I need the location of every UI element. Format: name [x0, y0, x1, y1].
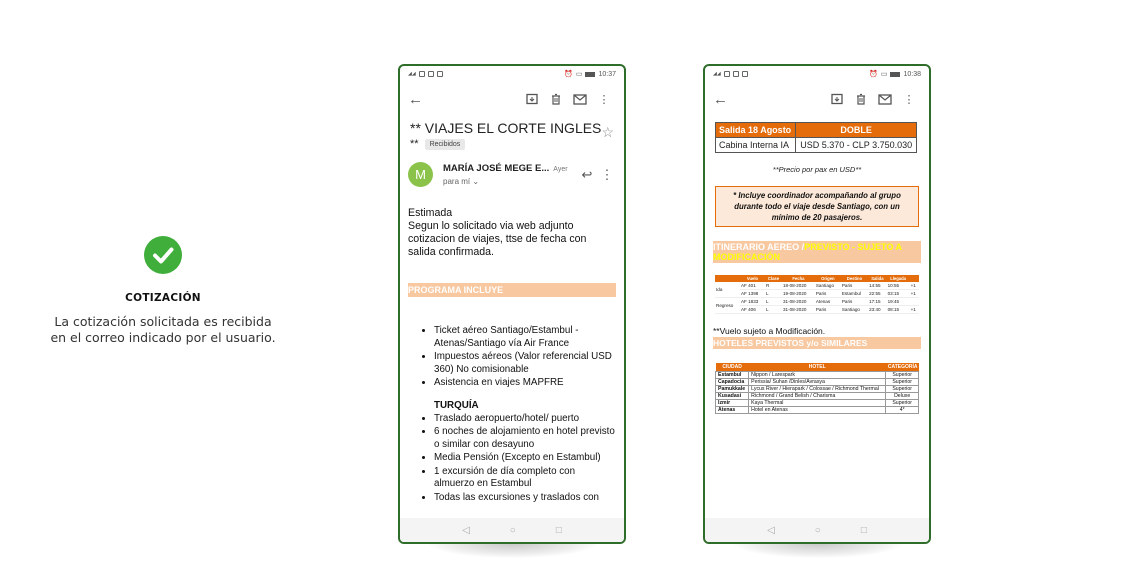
- inbox-label[interactable]: Recibidos: [424, 138, 466, 150]
- flight-note: **Vuelo sujeto a Modificación.: [713, 326, 826, 336]
- table-row: Ida AF 401 R 18-08-2020 Santiago Paris 14:55…: [715, 282, 919, 298]
- table-row: Pamukkale Lycus River / Hierapark / Colos…: [714, 385, 919, 393]
- more-vert-icon[interactable]: ⋮: [598, 167, 616, 183]
- includes-list: Ticket aéreo Santiago/Estambul - Atenas/…: [424, 325, 616, 390]
- sender-name: MARÍA JOSÉ MEGE E... Ayer: [443, 163, 568, 174]
- table-header: DOBLE: [795, 122, 917, 138]
- table-row: Estambul Nippon / Larespark Superior: [714, 371, 919, 379]
- table-row: Kusadasi Richmond / Grand Belish / Charis…: [714, 392, 919, 400]
- table-header: CIUDAD: [715, 363, 749, 372]
- phone-email-view-2: ◢◢ ⏰ ▭ 10:38 ← ⋮ Salida 18 Agosto DOBLE Ca…: [703, 64, 931, 544]
- recents-nav-icon[interactable]: □: [556, 525, 562, 536]
- status-time: 10:38: [903, 70, 921, 78]
- android-nav-bar: ◁ ○ □: [705, 518, 929, 542]
- table-row: AF 1398 L 19-08-2020 Paris Estambul 22:55 03:…: [715, 289, 919, 298]
- more-vert-icon[interactable]: ⋮: [592, 93, 616, 106]
- home-nav-icon[interactable]: ○: [510, 525, 516, 536]
- email-toolbar: ← ⋮: [400, 82, 624, 116]
- list-item: Media Pensión (Excepto en Estambul): [434, 452, 616, 465]
- table-header: Clase: [764, 275, 782, 282]
- sender-time: Ayer: [553, 166, 568, 173]
- table-row: Izmir Kaya Thermal Superior: [714, 399, 919, 407]
- list-item: Impuestos aéreos (Valor referencial USD …: [434, 351, 616, 376]
- list-item: 1 excursión de día completo con almuerzo…: [434, 466, 616, 491]
- list-item: 6 noches de alojamiento en hotel previst…: [434, 426, 616, 451]
- table-header: Salida: [868, 275, 887, 282]
- info-title: COTIZACIÓN: [125, 292, 201, 304]
- mail-icon[interactable]: [873, 93, 897, 105]
- info-panel: COTIZACIÓN La cotización solicitada es r…: [40, 236, 286, 346]
- avatar[interactable]: M: [408, 162, 433, 187]
- more-vert-icon[interactable]: ⋮: [897, 93, 921, 106]
- chevron-down-icon: ⌄: [472, 177, 480, 186]
- table-header: Destino: [840, 275, 869, 282]
- hotels-band: HOTELES PREVISTOS y/o SIMILARES: [713, 337, 921, 349]
- archive-icon[interactable]: [825, 93, 849, 105]
- star-icon[interactable]: ☆: [601, 124, 614, 141]
- table-cell: USD 5.370 - CLP 3.750.030: [795, 137, 917, 153]
- list-item: Traslado aeropuerto/hotel/ puerto: [434, 413, 616, 426]
- flights-table: Vuelo Clase Fecha Origen Destino Salida …: [715, 275, 919, 314]
- turquia-list: Traslado aeropuerto/hotel/ puerto 6 noch…: [424, 413, 616, 505]
- list-item: Ticket aéreo Santiago/Estambul - Atenas/…: [434, 325, 616, 350]
- price-note: **Precio por pax en USD**: [772, 165, 862, 174]
- android-nav-bar: ◁ ○ □: [400, 518, 624, 542]
- section-heading: TURQUÍA: [434, 399, 479, 411]
- table-header: Fecha: [781, 275, 815, 282]
- table-row: Atenas Hotel en Atenas 4*: [714, 406, 919, 414]
- home-nav-icon[interactable]: ○: [815, 525, 821, 536]
- status-bar: ◢◢ ⏰ ▭ 10:37: [408, 70, 616, 79]
- table-row: Capadocia Perissia/ Suhan /Dinles/Avrasya…: [714, 378, 919, 386]
- table-header: Salida 18 Agosto: [714, 122, 797, 138]
- reply-icon[interactable]: ↩: [576, 167, 598, 183]
- phone-email-view: ◢◢ ⏰ ▭ 10:37 ← ⋮ ** VIAJES EL CORTE INGLES…: [398, 64, 626, 544]
- table-header: CATEGORÍA: [885, 363, 919, 372]
- status-time: 10:37: [598, 70, 616, 78]
- sender-row: M MARÍA JOSÉ MEGE E... Ayer para mí ⌄ ↩ ⋮: [400, 152, 624, 187]
- label-row: ** Recibidos: [400, 136, 624, 152]
- delete-icon[interactable]: [544, 93, 568, 105]
- table-header: HOTEL: [748, 363, 886, 372]
- check-icon: [144, 236, 182, 274]
- archive-icon[interactable]: [520, 93, 544, 105]
- table-header: Llegada: [886, 275, 910, 282]
- status-bar: ◢◢ ⏰ ▭ 10:38: [713, 70, 921, 79]
- table-row: AF 406 L 31-08-2020 Paris Santiago 23:40 08:1…: [715, 305, 919, 314]
- section-band: PROGRAMA INCLUYE: [408, 283, 616, 297]
- hotels-table: CIUDAD HOTEL CATEGORÍA Estambul Nippon / …: [714, 363, 919, 414]
- price-table: Salida 18 Agosto DOBLE Cabina Interna IA…: [714, 122, 917, 153]
- mail-icon[interactable]: [568, 93, 592, 105]
- back-nav-icon[interactable]: ◁: [767, 525, 775, 536]
- back-arrow-icon[interactable]: ←: [408, 91, 428, 108]
- list-item: Todas las excursiones y traslados con: [434, 492, 616, 505]
- back-nav-icon[interactable]: ◁: [462, 525, 470, 536]
- list-item: Asistencia en viajes MAPFRE: [434, 377, 616, 390]
- email-body-intro: Estimada Segun lo solicitado via web adj…: [408, 207, 587, 258]
- info-description: La cotización solicitada es recibida en …: [50, 314, 276, 345]
- table-cell: Cabina Interna IA: [714, 137, 797, 153]
- itinerary-band: ITINERARIO AEREO /PREVISTO - SUJETO A MO…: [713, 241, 921, 263]
- delete-icon[interactable]: [849, 93, 873, 105]
- table-header: Vuelo: [739, 275, 765, 282]
- recipient-line[interactable]: para mí ⌄: [443, 177, 576, 186]
- email-toolbar: ← ⋮: [705, 82, 929, 116]
- back-arrow-icon[interactable]: ←: [713, 91, 733, 108]
- recents-nav-icon[interactable]: □: [861, 525, 867, 536]
- coordinator-note: * Incluye coordinador acompañando al gru…: [715, 186, 919, 227]
- email-subject: ** VIAJES EL CORTE INGLES ☆: [410, 120, 614, 140]
- table-header: Origen: [814, 275, 841, 282]
- table-row: Regreso AF 1833 L 31-08-2020 Atenas Paris 17…: [715, 297, 919, 314]
